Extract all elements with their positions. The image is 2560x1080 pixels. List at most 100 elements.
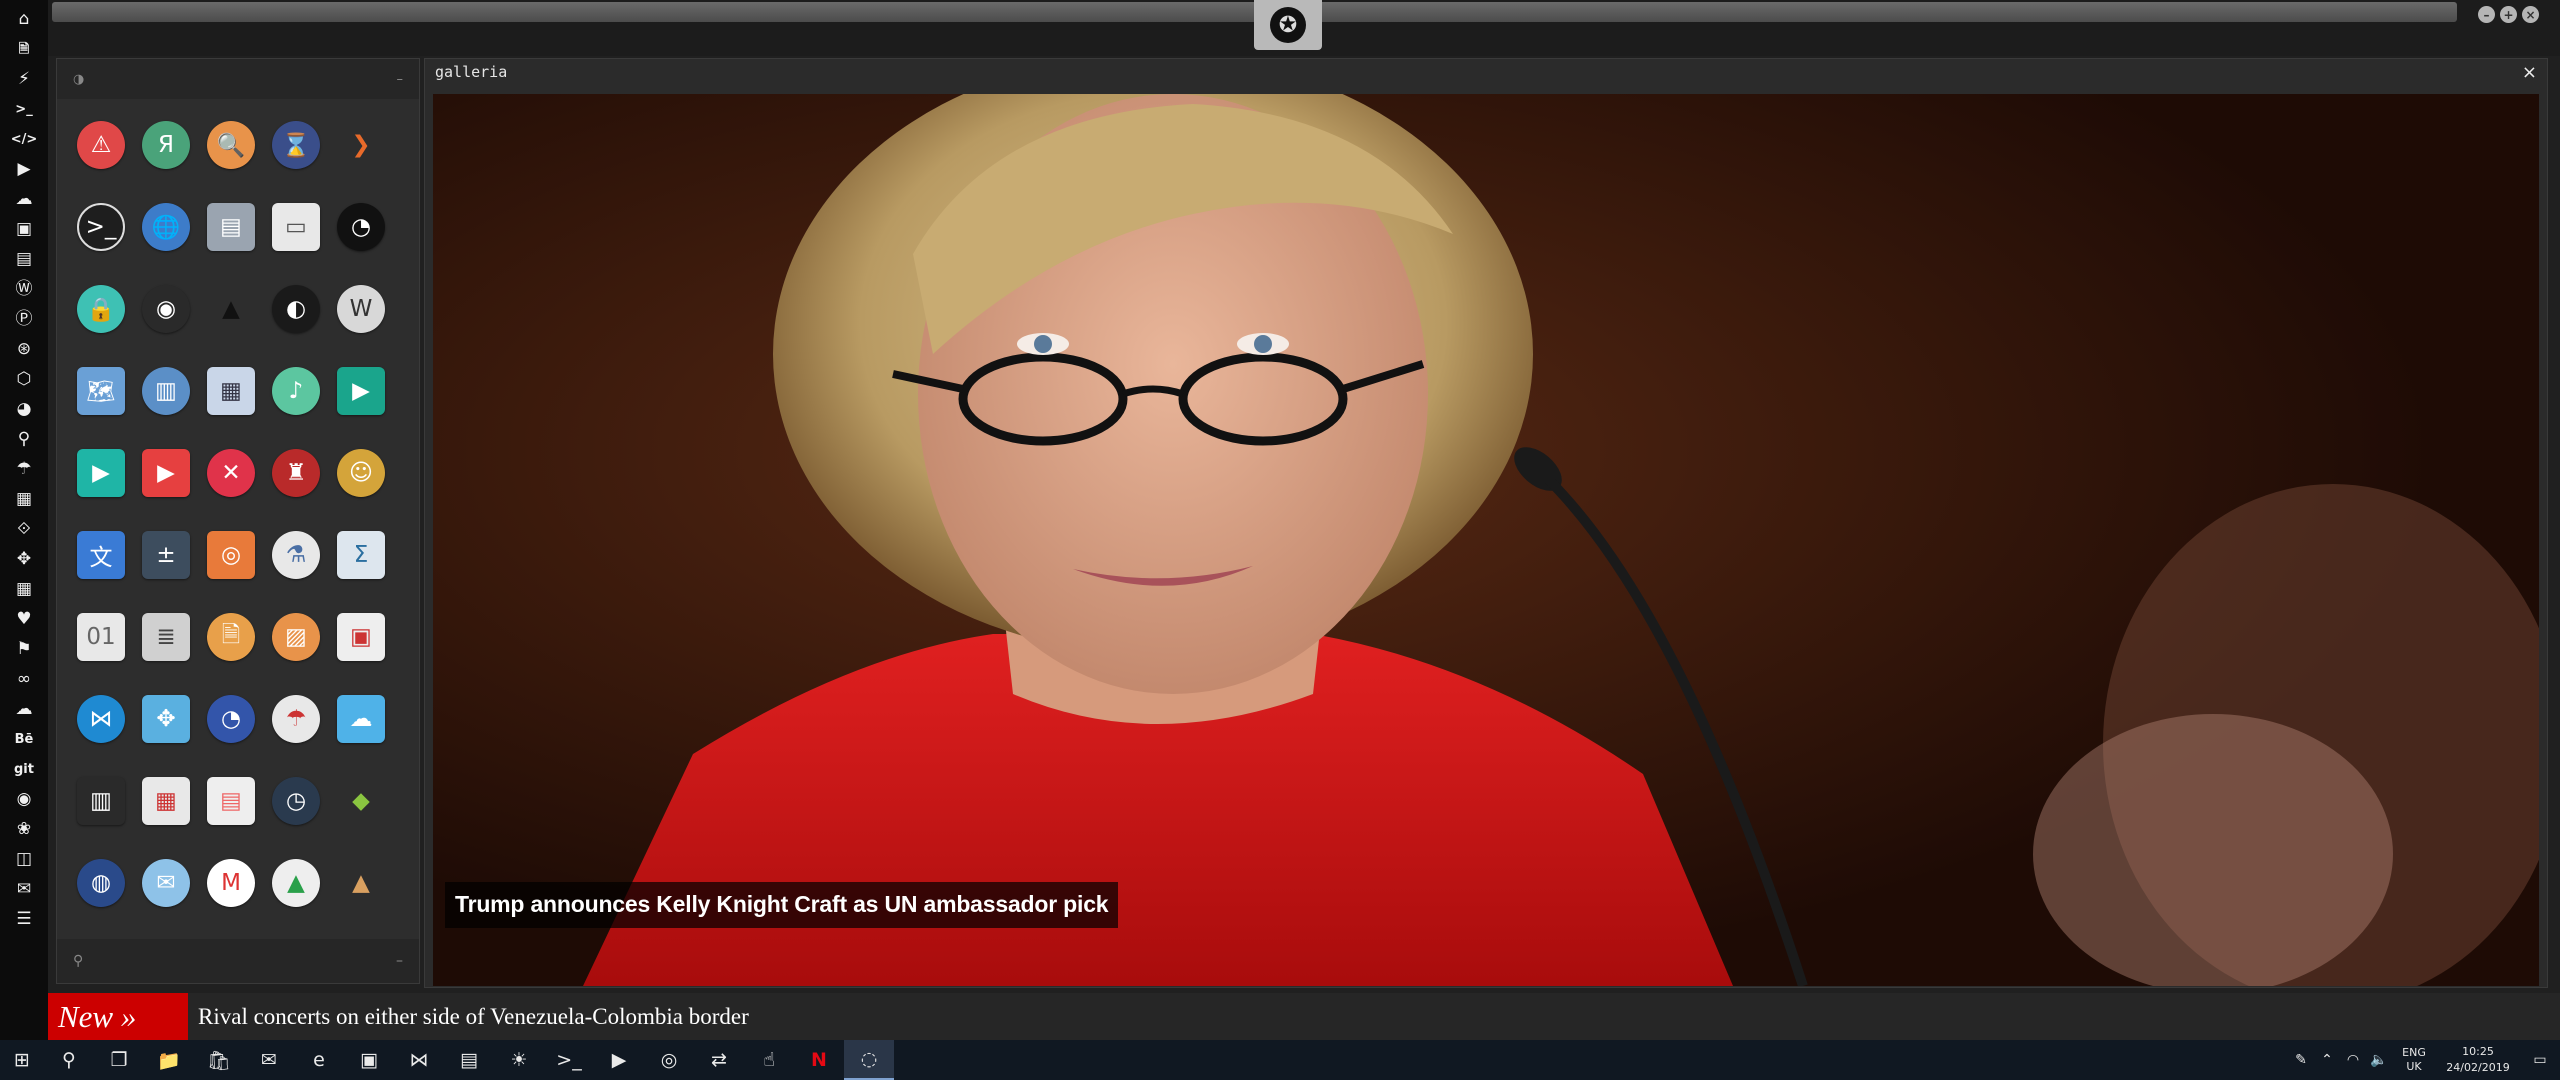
vscode-icon[interactable]: ⋈ xyxy=(394,1040,444,1080)
vpn-app-icon[interactable]: 🔒 xyxy=(77,285,125,333)
weather-umbrella-app-icon[interactable]: ☂ xyxy=(272,695,320,743)
youtube-icon[interactable]: ▦ xyxy=(12,574,36,604)
minimize-button[interactable]: – xyxy=(2478,6,2495,23)
storage-app-icon[interactable]: ▤ xyxy=(207,203,255,251)
list-icon[interactable]: ☰ xyxy=(12,904,36,934)
mail-icon[interactable]: ✉ xyxy=(12,874,36,904)
wordpress-icon[interactable]: Ⓦ xyxy=(12,274,36,304)
play-circle-icon[interactable]: ▶ xyxy=(12,154,36,184)
weather-icon[interactable]: ☀ xyxy=(494,1040,544,1080)
network-icon[interactable]: ◠ xyxy=(2340,1040,2366,1080)
cloud-icon[interactable]: ☁ xyxy=(12,184,36,214)
chemistry-app-icon[interactable]: ⚗ xyxy=(272,531,320,579)
starfleet-app-icon[interactable]: ▲ xyxy=(207,285,255,333)
settings-circle-icon[interactable]: ⊛ xyxy=(12,334,36,364)
cluster-icon[interactable]: ❀ xyxy=(12,814,36,844)
behance-icon[interactable]: Bē xyxy=(12,724,36,754)
github-icon[interactable]: ◉ xyxy=(12,784,36,814)
wikipedia-app-icon[interactable]: W xyxy=(337,285,385,333)
clock[interactable]: 10:25 24/02/2019 xyxy=(2436,1044,2520,1076)
globe-icon[interactable]: ◕ xyxy=(12,394,36,424)
terminal-icon[interactable]: >_ xyxy=(544,1040,594,1080)
disk-app-icon[interactable]: ◔ xyxy=(207,695,255,743)
netflix-icon[interactable]: N xyxy=(794,1040,844,1080)
hexagon-icon[interactable]: ⬡ xyxy=(12,364,36,394)
image-icon[interactable]: ▣ xyxy=(12,214,36,244)
translate-app-icon[interactable]: 文 xyxy=(77,531,125,579)
task-view-icon[interactable]: ❐ xyxy=(94,1040,144,1080)
video-app-icon[interactable]: ▶ xyxy=(337,367,385,415)
link-icon[interactable]: ⟐ xyxy=(12,514,36,544)
launcher-theme-icon[interactable]: ◑ xyxy=(73,72,84,87)
globe-app-icon[interactable]: 🌐 xyxy=(142,203,190,251)
schedule-app-icon[interactable]: ▤ xyxy=(207,777,255,825)
media-player-app-icon[interactable]: ▶ xyxy=(77,449,125,497)
calculator-app-icon[interactable]: ± xyxy=(142,531,190,579)
network-app-icon[interactable]: ✥ xyxy=(142,695,190,743)
pyramid-app-icon[interactable]: ▲ xyxy=(337,859,385,907)
close-button[interactable]: × xyxy=(2522,6,2539,23)
youtube-app-icon[interactable]: ▶ xyxy=(142,449,190,497)
launcher-search-icon[interactable]: ⚲ xyxy=(73,953,83,969)
steam-app-icon[interactable]: ◔ xyxy=(337,203,385,251)
vscode-app-icon[interactable]: ⋈ xyxy=(77,695,125,743)
search-app-icon[interactable]: 🔍 xyxy=(207,121,255,169)
gmail-app-icon[interactable]: M xyxy=(207,859,255,907)
expand-icon[interactable]: ✥ xyxy=(12,544,36,574)
notebook-app-icon[interactable]: ▦ xyxy=(207,367,255,415)
yandex-app-icon[interactable]: Я xyxy=(142,121,190,169)
store-icon[interactable]: 🛍 xyxy=(194,1040,244,1080)
people-icon[interactable]: ✎ xyxy=(2288,1040,2314,1080)
start-icon[interactable]: ⊞ xyxy=(0,1040,44,1080)
git-icon[interactable]: git xyxy=(12,754,36,784)
colorpicker-app-icon[interactable]: ◆ xyxy=(337,777,385,825)
heart-icon[interactable]: ♥ xyxy=(12,604,36,634)
image-viewer-app-icon[interactable]: ▨ xyxy=(272,613,320,661)
hourglass-app-icon[interactable]: ⌛ xyxy=(272,121,320,169)
remote-desktop-icon[interactable]: ⇄ xyxy=(694,1040,744,1080)
c3po-app-icon[interactable]: ☺ xyxy=(337,449,385,497)
text-editor-app-icon[interactable]: ≣ xyxy=(142,613,190,661)
binary-file-app-icon[interactable]: 01 xyxy=(77,613,125,661)
close-app-icon[interactable]: ✕ xyxy=(207,449,255,497)
maximize-button[interactable]: + xyxy=(2500,6,2517,23)
terminal-app-icon[interactable]: >_ xyxy=(77,203,125,251)
gallery-close-button[interactable]: × xyxy=(2522,62,2537,83)
edge-icon[interactable]: e xyxy=(294,1040,344,1080)
earth-app-icon[interactable]: ◍ xyxy=(77,859,125,907)
chevron-app-icon[interactable]: ❯ xyxy=(337,121,385,169)
app-blue-icon[interactable]: ▣ xyxy=(344,1040,394,1080)
gallery-photo[interactable]: Trump announces Kelly Knight Craft as UN… xyxy=(433,94,2539,986)
gallery-caption[interactable]: Trump announces Kelly Knight Craft as UN… xyxy=(445,882,1119,928)
window-app-icon[interactable]: ▭ xyxy=(272,203,320,251)
equalizer-app-icon[interactable]: ▥ xyxy=(77,777,125,825)
volume-icon[interactable]: 🔈 xyxy=(2366,1040,2392,1080)
umbrella-icon[interactable]: ☂ xyxy=(12,454,36,484)
map-icon[interactable]: ◫ xyxy=(12,844,36,874)
file-explorer-icon[interactable]: 📁 xyxy=(144,1040,194,1080)
github-app-icon[interactable]: ◉ xyxy=(142,285,190,333)
pointer-icon[interactable]: ☝ xyxy=(744,1040,794,1080)
chevron-up-icon[interactable]: ⌃ xyxy=(2314,1040,2340,1080)
terminal-icon[interactable]: >_ xyxy=(12,94,36,124)
powershell-icon[interactable]: ▶ xyxy=(594,1040,644,1080)
news-icon[interactable]: ▤ xyxy=(444,1040,494,1080)
language-indicator[interactable]: ENG UK xyxy=(2392,1046,2436,1074)
document-icon[interactable]: 🗎 xyxy=(12,34,36,64)
launcher-collapse-button[interactable]: – xyxy=(397,72,404,87)
books-app-icon[interactable]: ▥ xyxy=(142,367,190,415)
cloud-alt-icon[interactable]: ☁ xyxy=(12,694,36,724)
weather-app-icon[interactable]: ☁ xyxy=(337,695,385,743)
flag-icon[interactable]: ⚑ xyxy=(12,634,36,664)
calendar-app-icon[interactable]: ▦ xyxy=(142,777,190,825)
sigma-app-icon[interactable]: Σ xyxy=(337,531,385,579)
launcher-footer-button[interactable]: – xyxy=(396,953,403,969)
drive-app-icon[interactable]: ▲ xyxy=(272,859,320,907)
center-tab[interactable]: ✪ xyxy=(1254,0,1322,50)
lightning-icon[interactable]: ⚡ xyxy=(12,64,36,94)
warning-app-icon[interactable]: ⚠ xyxy=(77,121,125,169)
pinterest-icon[interactable]: Ⓟ xyxy=(12,304,36,334)
clock-app-icon[interactable]: ◷ xyxy=(272,777,320,825)
newspaper-icon[interactable]: ▤ xyxy=(12,244,36,274)
mail-icon[interactable]: ✉ xyxy=(244,1040,294,1080)
